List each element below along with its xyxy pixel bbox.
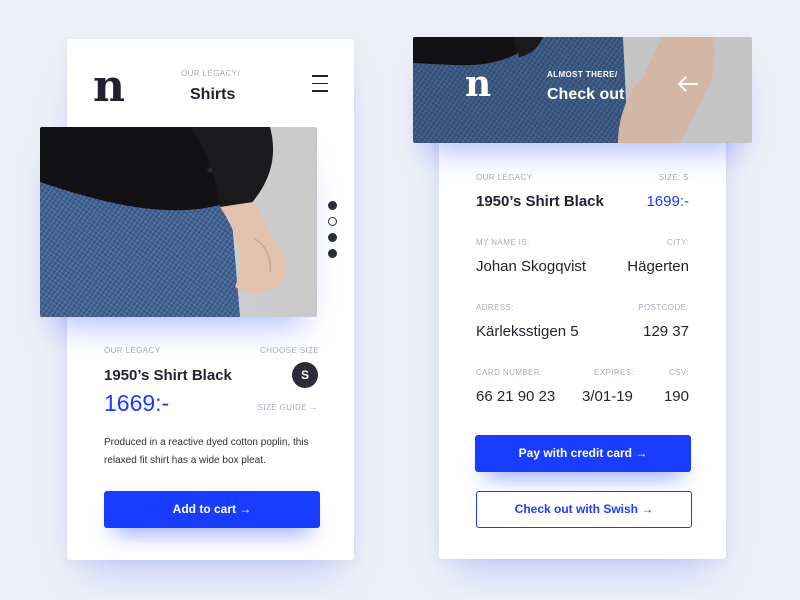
postcode-field[interactable]: 129 37	[643, 323, 689, 340]
brand-logo-checkout[interactable]: n	[465, 66, 491, 102]
carousel-dot[interactable]	[328, 233, 337, 242]
choose-size-label: CHOOSE SIZE	[260, 346, 320, 355]
size-label: SIZE: S	[658, 173, 689, 182]
size-selector[interactable]: S	[292, 362, 318, 388]
back-arrow-icon[interactable]	[675, 73, 701, 95]
checkout-kicker: ALMOST THERE/	[547, 70, 618, 79]
card-number-field[interactable]: 66 21 90 23	[476, 388, 555, 405]
card-number-label: CARD NUMBER:	[476, 368, 543, 377]
category-kicker: OUR LEGACY/	[181, 69, 241, 78]
menu-icon[interactable]	[312, 75, 328, 93]
product-description: Produced in a reactive dyed cotton popli…	[104, 437, 309, 466]
name-field[interactable]: Johan Skogqvist	[476, 258, 586, 275]
checkout-price: 1699:-	[646, 193, 689, 210]
shirt-photo	[40, 127, 317, 317]
brand-logo[interactable]: n	[93, 65, 125, 109]
postcode-label: POSTCODE:	[638, 303, 689, 312]
city-field[interactable]: Hägerten	[627, 258, 689, 275]
image-carousel-dots	[328, 201, 337, 265]
address-label: ADRESS:	[476, 303, 514, 312]
pay-credit-card-button[interactable]: Pay with credit card →	[475, 435, 691, 472]
address-field[interactable]: Kärleksstigen 5	[476, 323, 579, 340]
expires-label: EXPIRES:	[594, 368, 635, 377]
checkout-title: Check out	[547, 86, 625, 103]
city-label: CITY:	[666, 238, 689, 247]
brand-label-checkout: OUR LEGACY	[476, 173, 533, 182]
carousel-dot[interactable]	[328, 201, 337, 210]
size-guide-link[interactable]: SIZE GUIDE →	[258, 403, 318, 412]
checkout-product-name: 1950’s Shirt Black	[476, 193, 604, 210]
csv-label: CSV:	[669, 368, 689, 377]
carousel-dot[interactable]	[328, 249, 337, 258]
swish-checkout-button[interactable]: Check out with Swish →	[476, 491, 692, 528]
add-to-cart-button[interactable]: Add to cart →	[104, 491, 320, 528]
name-label: MY NAME IS:	[476, 238, 530, 247]
page-title: Shirts	[190, 86, 236, 103]
csv-field[interactable]: 190	[664, 388, 689, 405]
carousel-dot-active[interactable]	[328, 217, 337, 226]
brand-label: OUR LEGACY	[104, 346, 161, 355]
product-price: 1669:-	[104, 390, 170, 416]
expires-field[interactable]: 3/01-19	[582, 388, 633, 405]
product-name: 1950’s Shirt Black	[104, 367, 232, 384]
product-image[interactable]	[40, 127, 317, 317]
